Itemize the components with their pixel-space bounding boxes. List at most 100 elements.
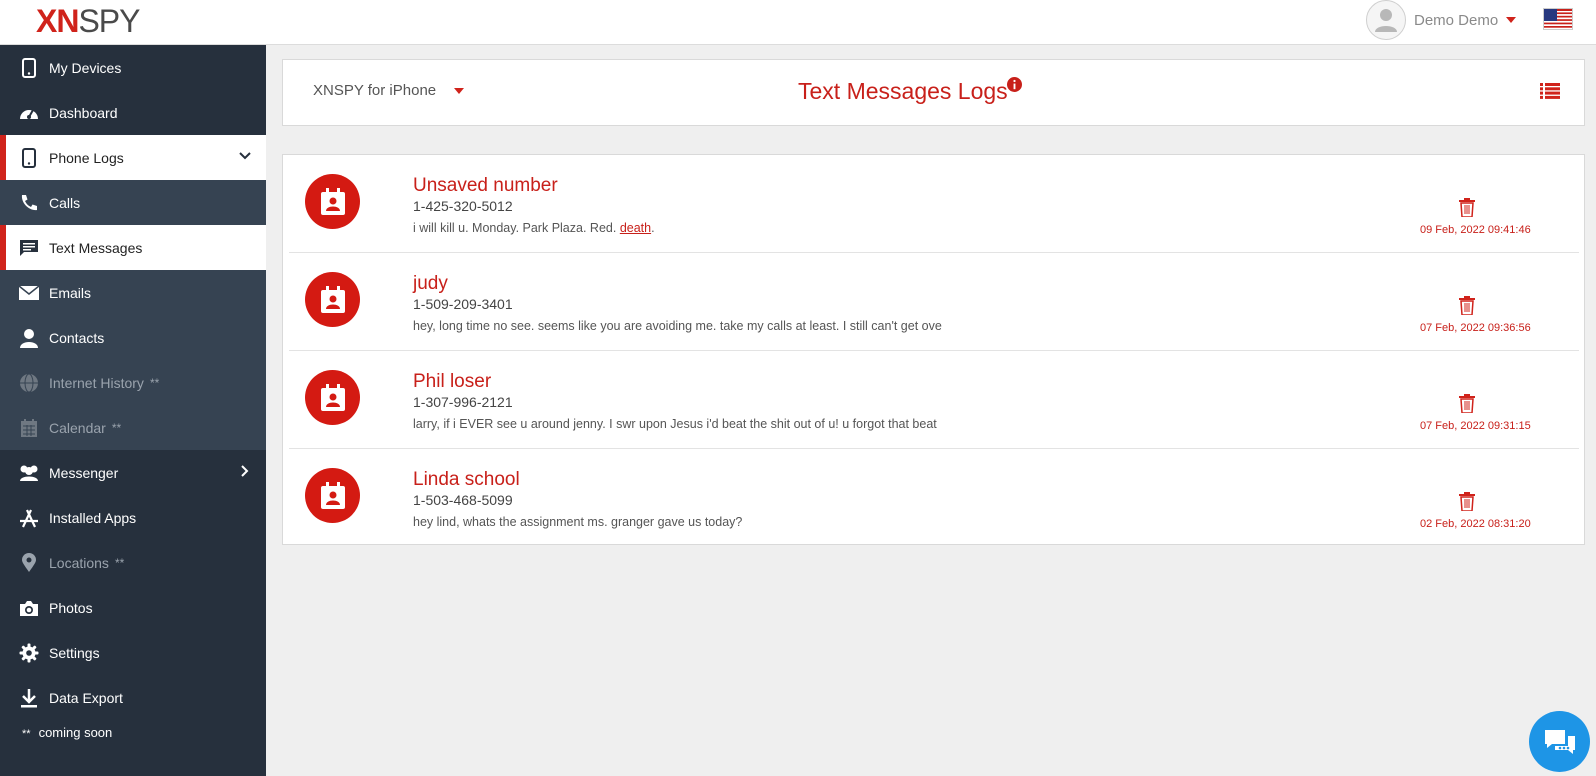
- sidebar-item-label: Calls: [49, 194, 81, 211]
- coming-soon-marker: **: [111, 420, 122, 435]
- coming-soon-marker: **: [22, 728, 31, 740]
- page-header-card: XNSPY for iPhone Text Messages Logs: [282, 59, 1585, 126]
- phone-icon: [18, 147, 40, 169]
- message-preview: hey, long time no see. seems like you ar…: [413, 319, 942, 333]
- user-menu[interactable]: Demo Demo: [1366, 0, 1517, 40]
- contact-number: 1-307-996-2121: [413, 394, 513, 410]
- list-item[interactable]: judy 1-509-209-3401 hey, long time no se…: [289, 253, 1579, 351]
- message-text: i will kill u. Monday. Park Plaza. Red.: [413, 221, 617, 235]
- delete-icon[interactable]: [1459, 492, 1475, 516]
- speedometer-icon: [18, 102, 40, 124]
- avatar[interactable]: [1366, 0, 1406, 40]
- device-selector[interactable]: XNSPY for iPhone: [313, 82, 465, 99]
- sidebar-item-label: Data Export: [49, 689, 123, 706]
- contact-avatar-icon: [305, 468, 360, 523]
- sidebar-item-label: Text Messages: [49, 239, 143, 256]
- sidebar-item-label: Locations: [49, 554, 109, 571]
- sidebar-item-calendar[interactable]: Calendar **: [0, 405, 266, 450]
- sidebar-item-photos[interactable]: Photos: [0, 585, 266, 630]
- gear-icon: [18, 642, 40, 664]
- user-avatar-icon: [1375, 9, 1397, 32]
- sidebar-item-installed-apps[interactable]: Installed Apps: [0, 495, 266, 540]
- sidebar-item-phone-logs[interactable]: Phone Logs: [0, 135, 266, 180]
- message-text-end: .: [651, 221, 655, 235]
- sidebar-item-label: Calendar: [49, 419, 106, 436]
- sidebar-item-messenger[interactable]: Messenger: [0, 450, 266, 495]
- sidebar-item-label: Internet History: [49, 374, 144, 391]
- chevron-down-icon[interactable]: [238, 149, 252, 166]
- sidebar-item-my-devices[interactable]: My Devices: [0, 45, 266, 90]
- list-item[interactable]: Phil loser 1-307-996-2121 larry, if i EV…: [289, 351, 1579, 449]
- info-icon[interactable]: [1007, 77, 1022, 97]
- sidebar-item-label: Messenger: [49, 464, 119, 481]
- app-store-icon: [18, 507, 40, 529]
- contact-number: 1-425-320-5012: [413, 198, 513, 214]
- us-flag-icon[interactable]: [1543, 8, 1573, 30]
- sidebar: My Devices Dashboard Phone Logs Calls Te…: [0, 45, 266, 776]
- contact-avatar-icon: [305, 174, 360, 229]
- delete-icon[interactable]: [1459, 296, 1475, 320]
- sidebar-item-label: Photos: [49, 599, 93, 616]
- list-view-icon[interactable]: [1540, 83, 1560, 104]
- xnspy-logo[interactable]: XNSPY: [36, 2, 140, 40]
- coming-soon-marker: **: [149, 375, 160, 390]
- top-bar: XNSPY Demo Demo: [0, 0, 1596, 45]
- sidebar-item-label: Settings: [49, 644, 100, 661]
- sidebar-item-locations[interactable]: Locations **: [0, 540, 266, 585]
- message-date: 07 Feb, 2022 09:31:15: [1420, 420, 1531, 432]
- chevron-down-icon: [454, 87, 465, 94]
- page-title: Text Messages Logs: [798, 78, 1008, 104]
- handset-icon: [18, 192, 40, 214]
- device-selector-label: XNSPY for iPhone: [313, 82, 437, 99]
- contact-avatar-icon: [305, 370, 360, 425]
- coming-soon-marker: **: [114, 555, 125, 570]
- contact-name[interactable]: Unsaved number: [413, 175, 558, 197]
- sidebar-item-label: Contacts: [49, 329, 105, 346]
- envelope-icon: [18, 282, 40, 304]
- sidebar-item-label: Phone Logs: [49, 149, 124, 166]
- message-date: 09 Feb, 2022 09:41:46: [1420, 224, 1531, 236]
- sidebar-item-contacts[interactable]: Contacts: [0, 315, 266, 360]
- contact-name[interactable]: Linda school: [413, 469, 520, 491]
- live-chat-button[interactable]: [1529, 711, 1590, 772]
- message-preview: hey lind, whats the assignment ms. grang…: [413, 515, 743, 529]
- coming-soon-note: ** coming soon: [22, 725, 112, 740]
- logo-main: XN: [36, 3, 79, 39]
- sidebar-item-dashboard[interactable]: Dashboard: [0, 90, 266, 135]
- map-pin-icon: [18, 552, 40, 574]
- sidebar-item-internet-history[interactable]: Internet History **: [0, 360, 266, 405]
- sidebar-item-data-export[interactable]: Data Export: [0, 675, 266, 720]
- logo-sub: SPY: [78, 3, 140, 39]
- messages-list: Unsaved number 1-425-320-5012 i will kil…: [282, 154, 1585, 545]
- delete-icon[interactable]: [1459, 198, 1475, 222]
- globe-icon: [18, 372, 40, 394]
- sidebar-item-settings[interactable]: Settings: [0, 630, 266, 675]
- highlighted-keyword[interactable]: death: [620, 221, 651, 235]
- contact-name[interactable]: Phil loser: [413, 371, 491, 393]
- sidebar-item-label: Installed Apps: [49, 509, 137, 526]
- list-item[interactable]: Unsaved number 1-425-320-5012 i will kil…: [289, 155, 1579, 253]
- message-preview: larry, if i EVER see u around jenny. I s…: [413, 417, 937, 431]
- contact-avatar-icon: [305, 272, 360, 327]
- message-preview: i will kill u. Monday. Park Plaza. Red. …: [413, 221, 655, 235]
- coming-soon-label: coming soon: [38, 725, 113, 740]
- sidebar-item-emails[interactable]: Emails: [0, 270, 266, 315]
- camera-icon: [18, 597, 40, 619]
- sidebar-item-calls[interactable]: Calls: [0, 180, 266, 225]
- message-date: 02 Feb, 2022 08:31:20: [1420, 518, 1531, 530]
- contact-number: 1-509-209-3401: [413, 296, 513, 312]
- list-item[interactable]: Linda school 1-503-468-5099 hey lind, wh…: [289, 449, 1579, 547]
- message-date: 07 Feb, 2022 09:36:56: [1420, 322, 1531, 334]
- user-dropdown-caret-icon[interactable]: [1506, 17, 1517, 23]
- delete-icon[interactable]: [1459, 394, 1475, 418]
- chevron-right-icon[interactable]: [238, 464, 252, 481]
- calendar-icon: [18, 417, 40, 439]
- contact-name[interactable]: judy: [413, 273, 448, 295]
- user-name: Demo Demo: [1414, 11, 1499, 29]
- download-icon: [18, 687, 40, 709]
- message-icon: [18, 237, 40, 259]
- sidebar-item-text-messages[interactable]: Text Messages: [0, 225, 266, 270]
- person-icon: [18, 327, 40, 349]
- sidebar-item-label: Dashboard: [49, 104, 118, 121]
- contact-number: 1-503-468-5099: [413, 492, 513, 508]
